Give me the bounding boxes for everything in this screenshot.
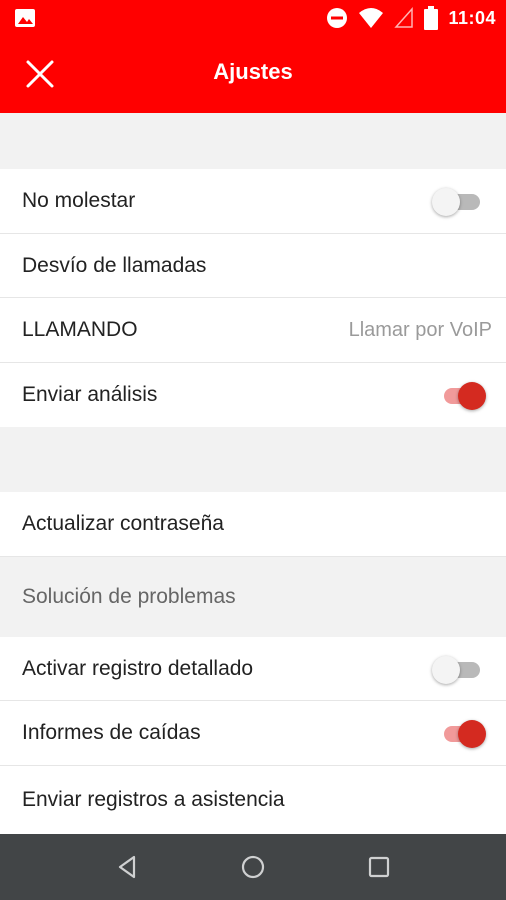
setting-value: Llamar por VoIP [348, 318, 492, 341]
section-spacer [0, 113, 506, 169]
setting-label: No molestar [22, 189, 136, 212]
setting-label: Desvío de llamadas [22, 253, 207, 277]
setting-label: Informes de caídas [22, 721, 201, 744]
registro-detallado-toggle[interactable] [432, 654, 484, 684]
battery-icon [424, 6, 439, 30]
setting-label: Activar registro detallado [22, 656, 254, 680]
app-bar: Ajustes [0, 36, 506, 113]
section-header-label: Solución de problemas [22, 585, 236, 608]
page-title: Ajustes [213, 59, 293, 84]
do-not-disturb-icon [327, 8, 348, 28]
toggle-knob [458, 720, 486, 748]
setting-registro-detallado[interactable]: Activar registro detallado [0, 637, 506, 701]
toggle-knob [432, 188, 460, 216]
image-icon [15, 9, 35, 27]
toggle-knob [432, 655, 460, 684]
signal-icon [394, 7, 414, 28]
status-icons: 11:04 [326, 0, 496, 36]
toggle-knob [458, 382, 486, 410]
no-molestar-toggle[interactable] [432, 186, 484, 216]
setting-label: Actualizar contraseña [22, 512, 224, 535]
system-nav-bar [0, 834, 506, 900]
section-spacer [0, 427, 506, 492]
status-time: 11:04 [448, 7, 496, 28]
wifi-icon [359, 8, 384, 28]
setting-llamando[interactable]: LLAMANDO Llamar por VoIP [0, 298, 506, 363]
section-header-troubleshooting: Solución de problemas [0, 557, 506, 637]
recents-icon[interactable] [364, 852, 394, 882]
informes-caidas-toggle[interactable] [440, 718, 486, 748]
status-bar: 11:04 [0, 0, 506, 36]
setting-label: Enviar registros a asistencia [22, 788, 285, 811]
setting-label: LLAMANDO [22, 318, 138, 341]
setting-actualizar-contrasena[interactable]: Actualizar contraseña [0, 492, 506, 557]
setting-no-molestar[interactable]: No molestar [0, 169, 506, 234]
setting-enviar-registros[interactable]: Enviar registros a asistencia [0, 766, 506, 834]
back-icon[interactable] [112, 852, 142, 882]
enviar-analisis-toggle[interactable] [440, 380, 486, 410]
setting-label: Enviar análisis [22, 383, 158, 406]
setting-informes-caidas[interactable]: Informes de caídas [0, 701, 506, 766]
setting-desvio-llamadas[interactable]: Desvío de llamadas [0, 234, 506, 298]
setting-enviar-analisis[interactable]: Enviar análisis [0, 363, 506, 427]
home-icon[interactable] [238, 852, 268, 882]
